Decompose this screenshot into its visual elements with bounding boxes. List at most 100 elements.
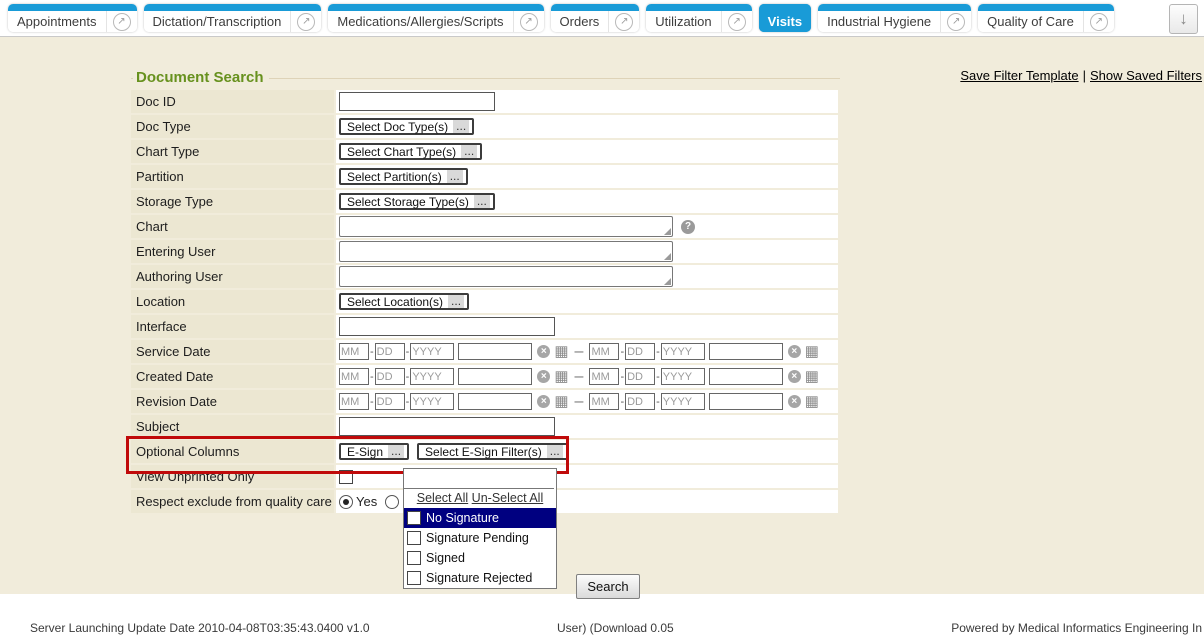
entering-user-input[interactable]: [341, 243, 660, 260]
calendar-icon[interactable]: ▦: [805, 344, 819, 359]
revision-end-month-input[interactable]: [589, 393, 619, 410]
tab-appointments[interactable]: Appointments↗: [8, 4, 137, 32]
created-end-year-input[interactable]: [661, 368, 705, 385]
calendar-icon[interactable]: ▦: [554, 394, 568, 409]
service-start-year-input[interactable]: [410, 343, 454, 360]
footer-status-text: Server Launching Update Date 2010-04-08T…: [30, 621, 370, 635]
respect-exclude-yes-radio[interactable]: [339, 495, 353, 509]
ellipsis-icon: ...: [388, 445, 404, 458]
download-arrow-button[interactable]: ↓: [1169, 4, 1198, 34]
resize-grip-icon[interactable]: [664, 253, 671, 260]
select-storage-type-button[interactable]: Select Storage Type(s)...: [339, 193, 495, 210]
form-row-revision-date: Revision Date --×▦–--×▦: [131, 390, 838, 413]
tab-label: Industrial Hygiene: [818, 14, 940, 29]
clear-date-icon[interactable]: ×: [788, 395, 801, 408]
created-start-year-input[interactable]: [410, 368, 454, 385]
field-label: Revision Date: [131, 390, 334, 413]
field-label: Optional Columns: [131, 440, 334, 463]
resize-grip-icon[interactable]: [664, 278, 671, 285]
clear-date-icon[interactable]: ×: [537, 395, 550, 408]
authoring-user-input[interactable]: [341, 268, 660, 285]
select-chart-type-button[interactable]: Select Chart Type(s)...: [339, 143, 482, 160]
dropdown-filter-input[interactable]: [404, 469, 554, 489]
tab-visits[interactable]: Visits: [759, 4, 811, 32]
select-all-link[interactable]: Select All: [417, 491, 468, 505]
calendar-icon[interactable]: ▦: [554, 344, 568, 359]
option-checkbox[interactable]: [407, 571, 421, 585]
calendar-icon[interactable]: ▦: [805, 369, 819, 384]
select-doc-type-button[interactable]: Select Doc Type(s)...: [339, 118, 474, 135]
created-start-month-input[interactable]: [339, 368, 369, 385]
popout-icon[interactable]: ↗: [615, 13, 633, 31]
document-search-form: Doc ID Doc Type Select Doc Type(s)... Ch…: [131, 90, 838, 515]
form-row-optional-columns: Optional Columns E-Sign... Select E-Sign…: [131, 440, 838, 463]
select-partition-button[interactable]: Select Partition(s)...: [339, 168, 468, 185]
tab-utilization[interactable]: Utilization↗: [646, 4, 751, 32]
tab-orders[interactable]: Orders↗: [551, 4, 640, 32]
service-end-day-input[interactable]: [625, 343, 655, 360]
created-end-time-input[interactable]: [709, 368, 783, 385]
resize-grip-icon[interactable]: [664, 228, 671, 235]
show-saved-filters-link[interactable]: Show Saved Filters: [1090, 68, 1202, 83]
dropdown-option-signature-rejected[interactable]: Signature Rejected: [404, 568, 556, 588]
select-location-button[interactable]: Select Location(s)...: [339, 293, 469, 310]
service-end-month-input[interactable]: [589, 343, 619, 360]
doc-id-input[interactable]: [339, 92, 495, 111]
popout-icon[interactable]: ↗: [728, 13, 746, 31]
service-end-year-input[interactable]: [661, 343, 705, 360]
option-checkbox[interactable]: [407, 531, 421, 545]
ellipsis-icon: ...: [474, 195, 490, 208]
respect-exclude-no-radio[interactable]: [385, 495, 399, 509]
search-button[interactable]: Search: [576, 574, 640, 599]
ellipsis-icon: ...: [448, 295, 464, 308]
created-end-month-input[interactable]: [589, 368, 619, 385]
revision-end-time-input[interactable]: [709, 393, 783, 410]
tab-medications-allergies-scripts[interactable]: Medications/Allergies/Scripts↗: [328, 4, 543, 32]
clear-date-icon[interactable]: ×: [788, 345, 801, 358]
filter-template-links: Save Filter Template|Show Saved Filters: [960, 68, 1202, 83]
unselect-all-link[interactable]: Un-Select All: [472, 491, 544, 505]
revision-start-year-input[interactable]: [410, 393, 454, 410]
service-start-day-input[interactable]: [375, 343, 405, 360]
option-checkbox[interactable]: [407, 511, 421, 525]
tab-accent-strip: [646, 4, 751, 11]
view-unprinted-checkbox[interactable]: [339, 470, 353, 484]
dropdown-option-signature-pending[interactable]: Signature Pending: [404, 528, 556, 548]
revision-start-time-input[interactable]: [458, 393, 532, 410]
created-start-time-input[interactable]: [458, 368, 532, 385]
clear-date-icon[interactable]: ×: [788, 370, 801, 383]
dropdown-option-signed[interactable]: Signed: [404, 548, 556, 568]
help-icon[interactable]: ?: [681, 220, 695, 234]
popout-icon[interactable]: ↗: [297, 13, 315, 31]
calendar-icon[interactable]: ▦: [554, 369, 568, 384]
service-start-month-input[interactable]: [339, 343, 369, 360]
popout-icon[interactable]: ↗: [113, 13, 131, 31]
dropdown-option-no-signature[interactable]: No Signature: [404, 508, 556, 528]
clear-date-icon[interactable]: ×: [537, 345, 550, 358]
subject-input[interactable]: [339, 417, 555, 436]
revision-end-year-input[interactable]: [661, 393, 705, 410]
save-filter-template-link[interactable]: Save Filter Template: [960, 68, 1078, 83]
esign-button[interactable]: E-Sign...: [339, 443, 409, 460]
tab-accent-strip: [8, 4, 137, 11]
clear-date-icon[interactable]: ×: [537, 370, 550, 383]
popout-icon[interactable]: ↗: [1090, 13, 1108, 31]
popout-icon[interactable]: ↗: [520, 13, 538, 31]
option-checkbox[interactable]: [407, 551, 421, 565]
tab-label: Visits: [759, 14, 811, 29]
tab-industrial-hygiene[interactable]: Industrial Hygiene ↗: [818, 4, 971, 32]
chart-input[interactable]: [341, 218, 660, 235]
tab-dictation-transcription[interactable]: Dictation/Transcription↗: [144, 4, 322, 32]
popout-icon[interactable]: ↗: [947, 13, 965, 31]
service-start-time-input[interactable]: [458, 343, 532, 360]
service-end-time-input[interactable]: [709, 343, 783, 360]
created-start-day-input[interactable]: [375, 368, 405, 385]
select-esign-filter-button[interactable]: Select E-Sign Filter(s)...: [417, 443, 568, 460]
revision-start-month-input[interactable]: [339, 393, 369, 410]
revision-end-day-input[interactable]: [625, 393, 655, 410]
revision-start-day-input[interactable]: [375, 393, 405, 410]
interface-input[interactable]: [339, 317, 555, 336]
calendar-icon[interactable]: ▦: [805, 394, 819, 409]
tab-quality-of-care[interactable]: Quality of Care↗: [978, 4, 1114, 32]
created-end-day-input[interactable]: [625, 368, 655, 385]
